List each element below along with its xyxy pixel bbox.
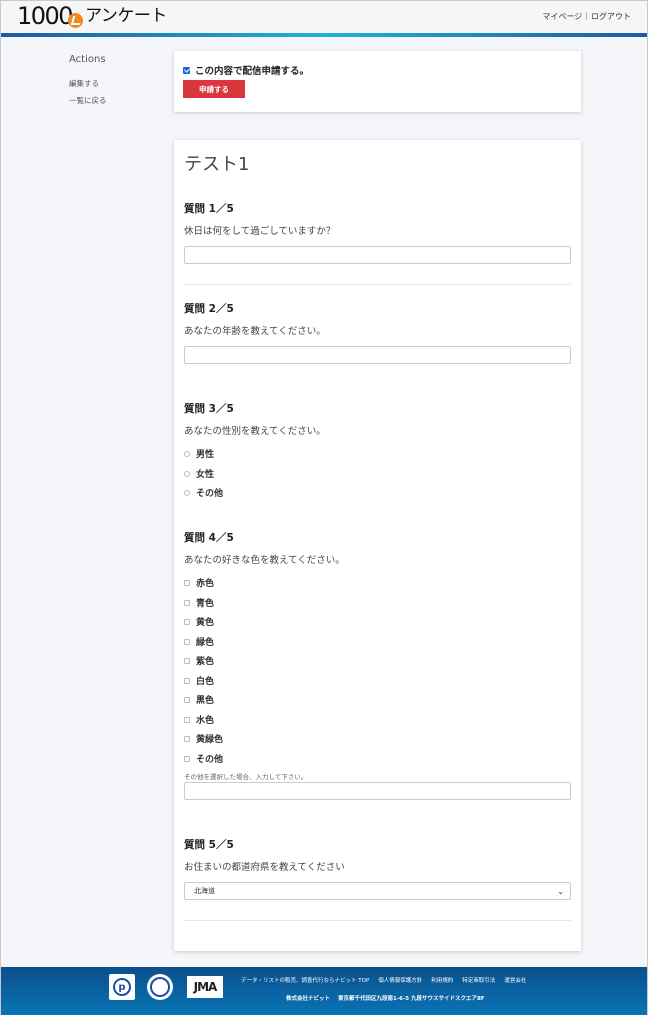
question-2-label: 質問 2／5: [184, 303, 234, 315]
question-divider: [184, 284, 571, 285]
question-divider: [184, 920, 571, 921]
apply-checkbox-label: この内容で配信申請する。: [195, 66, 310, 77]
question-4-other-input[interactable]: [184, 782, 571, 800]
question-1-input[interactable]: [184, 246, 571, 264]
logo-text: アンケート: [85, 6, 167, 26]
footer-company-name: 株式会社ナビット: [286, 996, 331, 1002]
question-4-option[interactable]: 紫色: [184, 654, 214, 667]
footer-company-address: 東京都千代田区九段南1-6-5 九段サウスサイドスクエア8F: [338, 996, 485, 1002]
question-4-option[interactable]: 緑色: [184, 635, 214, 648]
mypage-link[interactable]: マイページ: [542, 11, 582, 22]
prefecture-selected-value: 北海道: [194, 887, 215, 895]
question-4-option[interactable]: 白色: [184, 674, 214, 687]
privacy-mark-icon[interactable]: p: [109, 974, 135, 1000]
question-4-option[interactable]: 黄色: [184, 615, 214, 628]
site-logo[interactable]: 1000 アンケート: [17, 3, 167, 29]
question-1-label: 質問 1／5: [184, 203, 234, 215]
checkbox[interactable]: [184, 579, 190, 586]
question-3-option-other[interactable]: その他: [184, 486, 223, 499]
footer-link-privacy[interactable]: 個人情報保護方針: [378, 976, 422, 984]
sidebar-link-edit[interactable]: 編集する: [69, 78, 99, 89]
survey-title: テスト1: [184, 154, 250, 175]
question-2-text: あなたの年齢を教えてください。: [184, 326, 326, 337]
question-4-text: あなたの好きな色を教えてください。: [184, 555, 345, 566]
question-3-text: あなたの性別を教えてください。: [184, 426, 326, 437]
checkbox[interactable]: [184, 716, 190, 723]
logo-number: 1000: [17, 2, 74, 30]
prefecture-select[interactable]: 北海道 ⌄: [184, 882, 571, 900]
footer-link-top[interactable]: データ・リストの販売、調査代行ならナビット TOP: [241, 976, 369, 984]
logout-link[interactable]: ログアウト: [591, 11, 631, 22]
question-3-label: 質問 3／5: [184, 403, 234, 415]
checkbox[interactable]: [184, 735, 190, 742]
footer-links: データ・リストの販売、調査代行ならナビット TOP 個人情報保護方針 利用規約 …: [241, 976, 526, 984]
question-4-other-hint: その他を選択した場合、入力して下さい。: [184, 773, 308, 781]
apply-card: この内容で配信申請する。 申請する: [174, 51, 581, 112]
top-nav: マイページ | ログアウト: [542, 11, 631, 22]
apply-checkbox[interactable]: [183, 66, 190, 74]
question-5-label: 質問 5／5: [184, 839, 234, 851]
checkbox[interactable]: [184, 618, 190, 625]
footer-company-info: 株式会社ナビット 東京都千代田区九段南1-6-5 九段サウスサイドスクエア8F: [286, 994, 485, 1002]
checkbox[interactable]: [184, 696, 190, 703]
site-footer: p JMA: [1, 967, 647, 1015]
footer-link-terms[interactable]: 利用規約: [431, 976, 453, 984]
checkbox[interactable]: [184, 657, 190, 664]
question-1-text: 休日は何をして過ごしていますか？: [184, 226, 336, 237]
header-accent-line: [1, 33, 647, 37]
sidebar-title: Actions: [69, 54, 106, 65]
certification-seal-icon[interactable]: [147, 974, 173, 1000]
checkbox[interactable]: [184, 599, 190, 606]
question-3-option-female[interactable]: 女性: [184, 467, 214, 480]
question-4-option[interactable]: 水色: [184, 713, 214, 726]
footer-link-company[interactable]: 運営会社: [504, 976, 526, 984]
radio-button[interactable]: [184, 489, 190, 496]
question-4-option[interactable]: 赤色: [184, 576, 214, 589]
checkbox[interactable]: [184, 677, 190, 684]
question-5-text: お住まいの都道府県を教えてください: [184, 862, 345, 873]
survey-card: テスト1 質問 1／5 休日は何をして過ごしていますか？ 質問 2／5 あなたの…: [174, 140, 581, 951]
radio-button[interactable]: [184, 450, 190, 457]
question-4-option[interactable]: その他: [184, 752, 223, 765]
logo-person-icon: [68, 13, 84, 28]
nav-separator: |: [585, 11, 588, 20]
chevron-down-icon: ⌄: [557, 887, 564, 896]
checkbox[interactable]: [184, 755, 190, 762]
question-4-label: 質問 4／5: [184, 532, 234, 544]
site-header: 1000 アンケート マイページ | ログアウト: [1, 1, 647, 33]
radio-button[interactable]: [184, 470, 190, 477]
sidebar-link-back-to-list[interactable]: 一覧に戻る: [69, 95, 107, 106]
question-4-option[interactable]: 黒色: [184, 693, 214, 706]
jma-logo-icon[interactable]: JMA: [187, 976, 223, 998]
checkbox[interactable]: [184, 638, 190, 645]
question-3-option-male[interactable]: 男性: [184, 447, 214, 460]
footer-link-commerce-law[interactable]: 特定商取引法: [462, 976, 495, 984]
question-2-input[interactable]: [184, 346, 571, 364]
apply-button[interactable]: 申請する: [183, 80, 245, 98]
question-4-option[interactable]: 黄緑色: [184, 732, 223, 745]
apply-checkbox-row[interactable]: この内容で配信申請する。: [183, 63, 309, 77]
question-4-option[interactable]: 青色: [184, 596, 214, 609]
